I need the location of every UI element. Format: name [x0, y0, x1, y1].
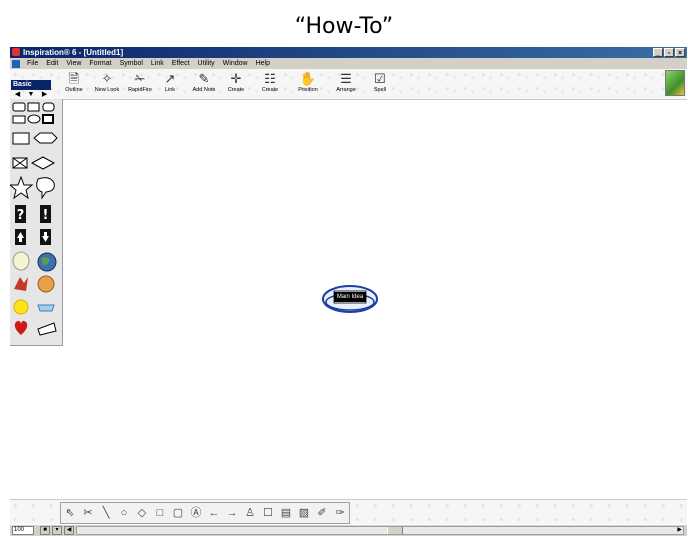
window-title: Inspiration® 6 - [Untitled1]	[23, 48, 124, 57]
pen-tool-icon[interactable]: ✐	[313, 504, 331, 522]
palette-nav: ◀ ▼ ▶	[11, 91, 51, 99]
main-idea-symbol[interactable]: Main Idea	[322, 285, 378, 313]
water-symbol[interactable]	[37, 304, 55, 312]
drawing-tools-group: ⇖ ✂ ╲ ○ ◇ □ ▢ Ⓐ ← → ♙ ☐ ▤ ▧ ✐ ✑	[60, 502, 350, 524]
scroll-thumb[interactable]	[387, 527, 403, 534]
speech-bubble-symbol[interactable]	[36, 177, 55, 200]
close-button[interactable]: ×	[675, 48, 685, 57]
window-titlebar[interactable]: Inspiration® 6 - [Untitled1] _ ▫ ×	[10, 47, 687, 58]
scissors-tool-icon[interactable]: ✂	[79, 504, 97, 522]
horizontal-scrollbar[interactable]: ▶	[76, 526, 684, 535]
rounded-rect-symbol[interactable]	[12, 102, 26, 112]
app-icon	[12, 48, 20, 56]
spell-check-icon: ☑	[374, 71, 386, 86]
rect-symbol[interactable]	[27, 102, 40, 112]
large-rect-symbol[interactable]	[12, 132, 30, 145]
circle-tool-icon[interactable]: ○	[115, 504, 133, 522]
menu-link[interactable]: Link	[147, 58, 168, 69]
menu-window[interactable]: Window	[219, 58, 252, 69]
square-tool-icon[interactable]: □	[151, 504, 169, 522]
menu-view[interactable]: View	[62, 58, 85, 69]
arrow-left-tool-icon[interactable]: ←	[205, 504, 223, 522]
figure-tool-icon[interactable]: ♙	[241, 504, 259, 522]
menu-utility[interactable]: Utility	[194, 58, 219, 69]
position-button[interactable]: ✋ Position	[288, 71, 328, 94]
main-toolbar: Basic ◀ ▼ ▶ 🗎 Outline ✧ New Look ✁ Rapid…	[10, 69, 687, 100]
link-icon: ↗	[164, 71, 176, 86]
prev-library-icon[interactable]: ◀	[15, 91, 20, 99]
arrow-right-tool-icon[interactable]: →	[223, 504, 241, 522]
slide-title: “How-To”	[294, 14, 394, 39]
heart-symbol[interactable]	[14, 320, 28, 335]
pointer-tool-icon[interactable]: ⇖	[61, 504, 79, 522]
view-toggle-button[interactable]: ■	[40, 526, 50, 535]
envelope-symbol[interactable]	[12, 157, 28, 169]
svg-text:?: ?	[17, 208, 25, 223]
diagram-canvas[interactable]: Main Idea	[63, 99, 687, 499]
document-icon[interactable]	[12, 59, 20, 68]
create-grid-icon: ☷	[264, 71, 276, 86]
star-symbol[interactable]	[8, 175, 34, 200]
status-bar: 100 ■ ▾ ◀ ▶	[10, 524, 687, 536]
frame-tool-icon[interactable]: ☐	[259, 504, 277, 522]
hand-icon: ✋	[299, 71, 317, 86]
text-tool-icon[interactable]: Ⓐ	[187, 504, 205, 522]
menu-edit[interactable]: Edit	[42, 58, 62, 69]
spell-button[interactable]: ☑ Spell	[360, 71, 400, 94]
brush-tool-icon[interactable]: ✑	[331, 504, 349, 522]
svg-text:!: !	[43, 208, 49, 223]
menu-format[interactable]: Format	[85, 58, 115, 69]
library-menu-icon[interactable]: ▼	[28, 91, 35, 99]
menu-file[interactable]: File	[23, 58, 42, 69]
symbol-palette-shapes: ? !	[8, 102, 58, 336]
create-icon: ✛	[230, 71, 242, 86]
drawing-toolbar: ⇖ ✂ ╲ ○ ◇ □ ▢ Ⓐ ← → ♙ ☐ ▤ ▧ ✐ ✑	[10, 499, 687, 524]
symbol-library-select[interactable]: Basic	[11, 80, 51, 90]
line-tool-icon[interactable]: ╲	[97, 504, 115, 522]
pattern-tool-icon[interactable]: ▧	[295, 504, 313, 522]
next-library-icon[interactable]: ▶	[42, 91, 47, 99]
rounded-square-tool-icon[interactable]: ▢	[169, 504, 187, 522]
menu-help[interactable]: Help	[252, 58, 274, 69]
scroll-right-icon[interactable]: ▶	[677, 527, 682, 534]
inspiration-window: Inspiration® 6 - [Untitled1] _ ▫ × File …	[8, 47, 687, 542]
outline-icon: 🗎	[68, 71, 80, 86]
lightbulb-symbol[interactable]	[12, 251, 30, 271]
thick-rect-symbol[interactable]	[42, 114, 54, 124]
arrange-icon: ☰	[340, 71, 352, 86]
oval-symbol[interactable]	[27, 114, 41, 124]
capsule-symbol[interactable]	[42, 102, 55, 112]
new-look-icon: ✧	[101, 71, 113, 86]
main-idea-text[interactable]: Main Idea	[334, 292, 366, 302]
minimize-button[interactable]: _	[653, 48, 663, 57]
view-menu-button[interactable]: ▾	[52, 526, 62, 535]
leaf-symbol[interactable]	[14, 277, 28, 291]
sun-symbol[interactable]	[13, 299, 29, 315]
zoom-field[interactable]: 100	[12, 526, 34, 535]
rapidfire-icon: ✁	[134, 71, 146, 86]
card-symbol[interactable]	[12, 115, 26, 124]
menu-bar: File Edit View Format Symbol Link Effect…	[10, 58, 687, 69]
diamond-tool-icon[interactable]: ◇	[133, 504, 151, 522]
hex-symbol[interactable]	[33, 132, 58, 144]
symbol-palette: ? !	[8, 99, 63, 346]
scroll-left-button[interactable]: ◀	[64, 526, 74, 535]
mascot-icon[interactable]	[665, 70, 685, 96]
restore-button[interactable]: ▫	[664, 48, 674, 57]
menu-symbol[interactable]: Symbol	[116, 58, 147, 69]
animal-symbol[interactable]	[37, 275, 55, 293]
diamond-symbol[interactable]	[30, 156, 56, 170]
add-note-icon: ✎	[198, 71, 210, 86]
fill-tool-icon[interactable]: ▤	[277, 504, 295, 522]
menu-effect[interactable]: Effect	[168, 58, 194, 69]
note-symbol[interactable]	[37, 322, 57, 336]
create-grid-button[interactable]: ☷ Create	[250, 71, 290, 94]
